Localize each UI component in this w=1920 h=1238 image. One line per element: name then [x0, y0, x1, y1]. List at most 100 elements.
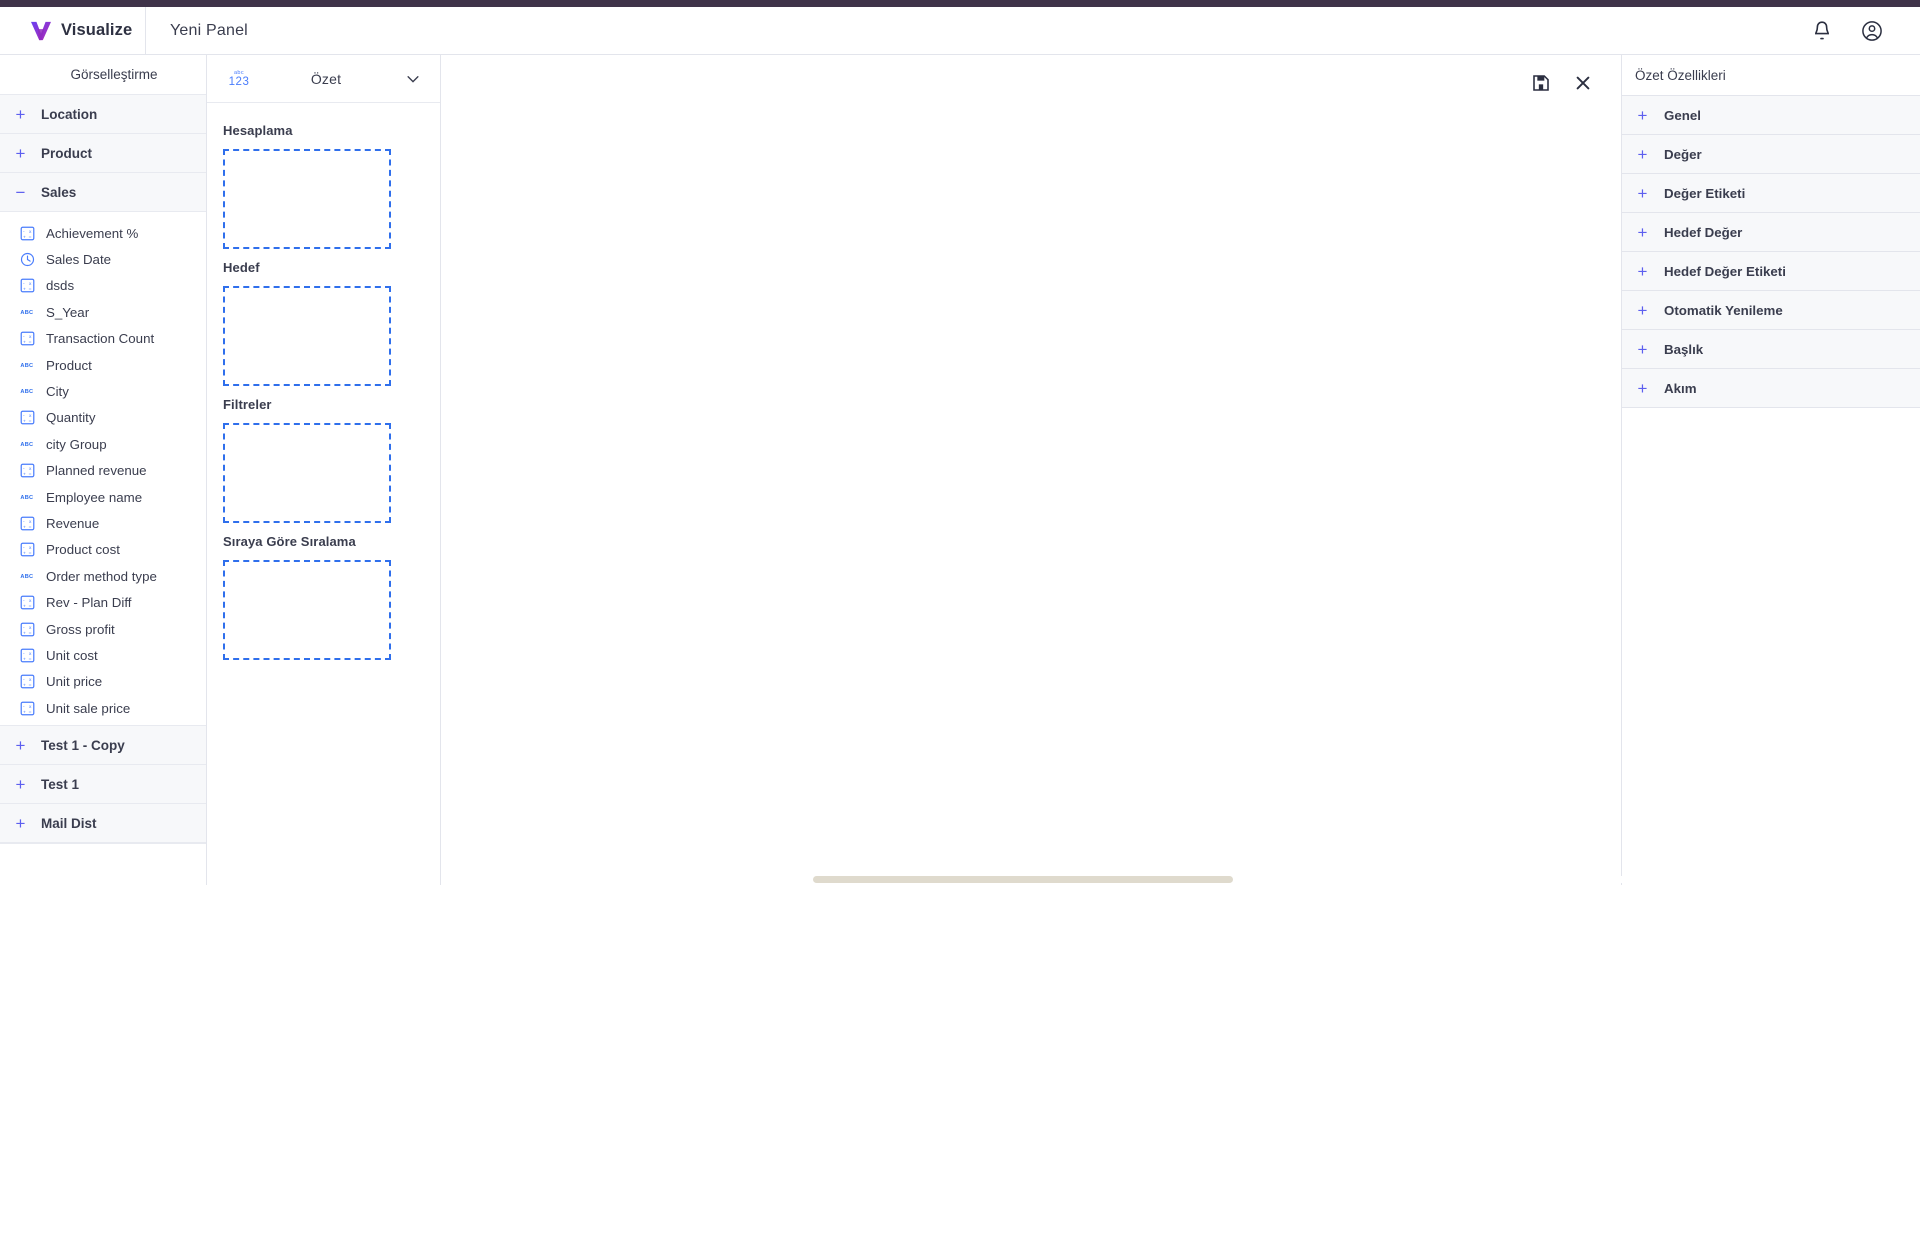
- window-accent-strip: [0, 0, 1920, 7]
- sidebar-field-list[interactable]: x - + = Achievement % Sales Date x - + =…: [0, 212, 206, 726]
- sidebar-field-item[interactable]: ABC city Group: [0, 431, 206, 457]
- svg-text:ABC: ABC: [20, 310, 33, 316]
- horizontal-scrollbar-thumb[interactable]: [813, 876, 1233, 883]
- sidebar-field-item[interactable]: ABC Employee name: [0, 484, 206, 510]
- shelf-dropzone[interactable]: [223, 423, 391, 523]
- sidebar-field-label: Gross profit: [46, 621, 115, 637]
- svg-text:+: +: [23, 631, 26, 636]
- save-floppy-icon[interactable]: [1531, 73, 1551, 93]
- properties-section[interactable]: + Hedef Değer: [1622, 213, 1920, 252]
- properties-section[interactable]: + Değer: [1622, 135, 1920, 174]
- svg-text:x: x: [29, 625, 32, 630]
- measure-icon: x - + =: [20, 648, 35, 663]
- close-x-icon[interactable]: [1573, 73, 1593, 93]
- svg-text:ABC: ABC: [20, 574, 33, 580]
- measure-icon: x - + =: [20, 595, 35, 610]
- sidebar-field-item[interactable]: ABC Order method type: [0, 563, 206, 589]
- sidebar-field-item[interactable]: x - + = Revenue: [0, 510, 206, 536]
- chart-type-value[interactable]: Özet: [248, 71, 404, 87]
- sidebar-group-sales[interactable]: − Sales: [0, 173, 206, 212]
- svg-text:-: -: [23, 546, 25, 551]
- canvas-empty-stage[interactable]: [441, 111, 1621, 873]
- app-header: Visualize Yeni Panel: [0, 6, 1920, 55]
- sidebar-group-maildist[interactable]: + Mail Dist: [0, 804, 206, 844]
- sidebar-group-location[interactable]: + Location: [0, 95, 206, 134]
- sidebar-field-label: Employee name: [46, 489, 143, 505]
- svg-text:-: -: [23, 414, 25, 419]
- properties-panel[interactable]: Özet Özellikleri + Genel + Değer + Değer E…: [1622, 55, 1920, 1238]
- sidebar-group-label: Location: [41, 106, 98, 122]
- shelf-group-label: Hedef: [223, 260, 260, 275]
- properties-section-label: Akım: [1664, 380, 1697, 396]
- svg-text:-: -: [23, 520, 25, 525]
- visualization-sidebar[interactable]: Görselleştirme + Location + Product − Sa…: [0, 55, 207, 885]
- sidebar-field-item[interactable]: x - + = Rev - Plan Diff: [0, 589, 206, 615]
- abc-icon: ABC: [20, 362, 33, 368]
- svg-text:=: =: [29, 710, 32, 715]
- sidebar-field-label: Unit sale price: [46, 700, 131, 716]
- sidebar-field-item[interactable]: x - + = Transaction Count: [0, 326, 206, 352]
- sidebar-field-item[interactable]: x - + = Achievement %: [0, 220, 206, 246]
- brand-logo[interactable]: Visualize: [0, 6, 146, 55]
- properties-section-label: Hedef Değer Etiketi: [1664, 263, 1786, 279]
- sidebar-field-item[interactable]: Sales Date: [0, 246, 206, 272]
- sidebar-field-label: dsds: [46, 278, 75, 294]
- chart-shelf-panel[interactable]: abc 123 Özet Hesaplama Hedef Filtreler S…: [207, 55, 441, 885]
- svg-text:=: =: [29, 420, 32, 425]
- sidebar-field-item[interactable]: x - + = Unit price: [0, 669, 206, 695]
- expand-plus-icon: +: [15, 104, 26, 124]
- properties-section-label: Hedef Değer: [1664, 224, 1743, 240]
- shelf-dropzone[interactable]: [223, 286, 391, 386]
- svg-text:-: -: [23, 678, 25, 683]
- expand-plus-icon: +: [1637, 183, 1648, 203]
- bell-icon[interactable]: [1810, 19, 1834, 43]
- sidebar-field-item[interactable]: x - + = Unit cost: [0, 642, 206, 668]
- svg-text:=: =: [29, 552, 32, 557]
- sidebar-field-item[interactable]: x - + = Planned revenue: [0, 458, 206, 484]
- sidebar-field-item[interactable]: ABC City: [0, 378, 206, 404]
- properties-section[interactable]: + Genel: [1622, 96, 1920, 135]
- sidebar-group-test1copy[interactable]: + Test 1 - Copy: [0, 726, 206, 766]
- expand-plus-icon: +: [1637, 222, 1648, 242]
- sidebar-field-label: S_Year: [46, 304, 90, 320]
- sidebar-field-label: Unit cost: [46, 647, 98, 663]
- properties-section[interactable]: + Değer Etiketi: [1622, 174, 1920, 213]
- svg-text:x: x: [29, 652, 32, 657]
- svg-text:+: +: [23, 684, 26, 689]
- shelf-dropzone[interactable]: [223, 149, 391, 249]
- sidebar-field-label: City: [46, 384, 69, 400]
- properties-section[interactable]: + Başlık: [1622, 330, 1920, 369]
- sidebar-field-item[interactable]: x - + = dsds: [0, 273, 206, 299]
- user-circle-icon[interactable]: [1860, 19, 1884, 43]
- sidebar-group-product[interactable]: + Product: [0, 134, 206, 173]
- shelf-dropzone[interactable]: [223, 560, 391, 660]
- sidebar-field-item[interactable]: x - + = Gross profit: [0, 616, 206, 642]
- sidebar-group-label: Sales: [41, 184, 77, 200]
- sidebar-group-test1[interactable]: + Test 1: [0, 765, 206, 805]
- svg-text:ABC: ABC: [20, 362, 33, 368]
- svg-text:ABC: ABC: [20, 389, 33, 395]
- svg-text:+: +: [23, 288, 26, 293]
- sidebar-field-item[interactable]: x - + = Quantity: [0, 405, 206, 431]
- sidebar-field-label: Rev - Plan Diff: [46, 595, 132, 611]
- measure-icon: x - + =: [20, 463, 35, 478]
- sidebar-field-item[interactable]: x - + = Unit sale price: [0, 695, 206, 721]
- chart-canvas[interactable]: [441, 55, 1622, 885]
- chevron-down-icon[interactable]: [404, 70, 422, 88]
- properties-section[interactable]: + Hedef Değer Etiketi: [1622, 252, 1920, 291]
- sidebar-field-label: Sales Date: [46, 252, 112, 268]
- svg-text:-: -: [23, 652, 25, 657]
- sidebar-field-item[interactable]: ABC Product: [0, 352, 206, 378]
- measure-icon: x - + =: [20, 226, 35, 241]
- expand-plus-icon: +: [15, 774, 26, 794]
- properties-section[interactable]: + Otomatik Yenileme: [1622, 291, 1920, 330]
- divider: [0, 843, 206, 845]
- svg-text:+: +: [23, 420, 26, 425]
- sidebar-field-item[interactable]: x - + = Product cost: [0, 537, 206, 563]
- svg-text:x: x: [29, 335, 32, 340]
- measure-icon: x - + =: [20, 279, 35, 293]
- properties-section-list[interactable]: + Genel + Değer + Değer Etiketi + Hedef Değ…: [1622, 96, 1920, 408]
- shelf-dropzones[interactable]: Hesaplama Hedef Filtreler Sıraya Göre Sı…: [207, 103, 440, 660]
- sidebar-field-item[interactable]: ABC S_Year: [0, 299, 206, 325]
- properties-section[interactable]: + Akım: [1622, 369, 1920, 408]
